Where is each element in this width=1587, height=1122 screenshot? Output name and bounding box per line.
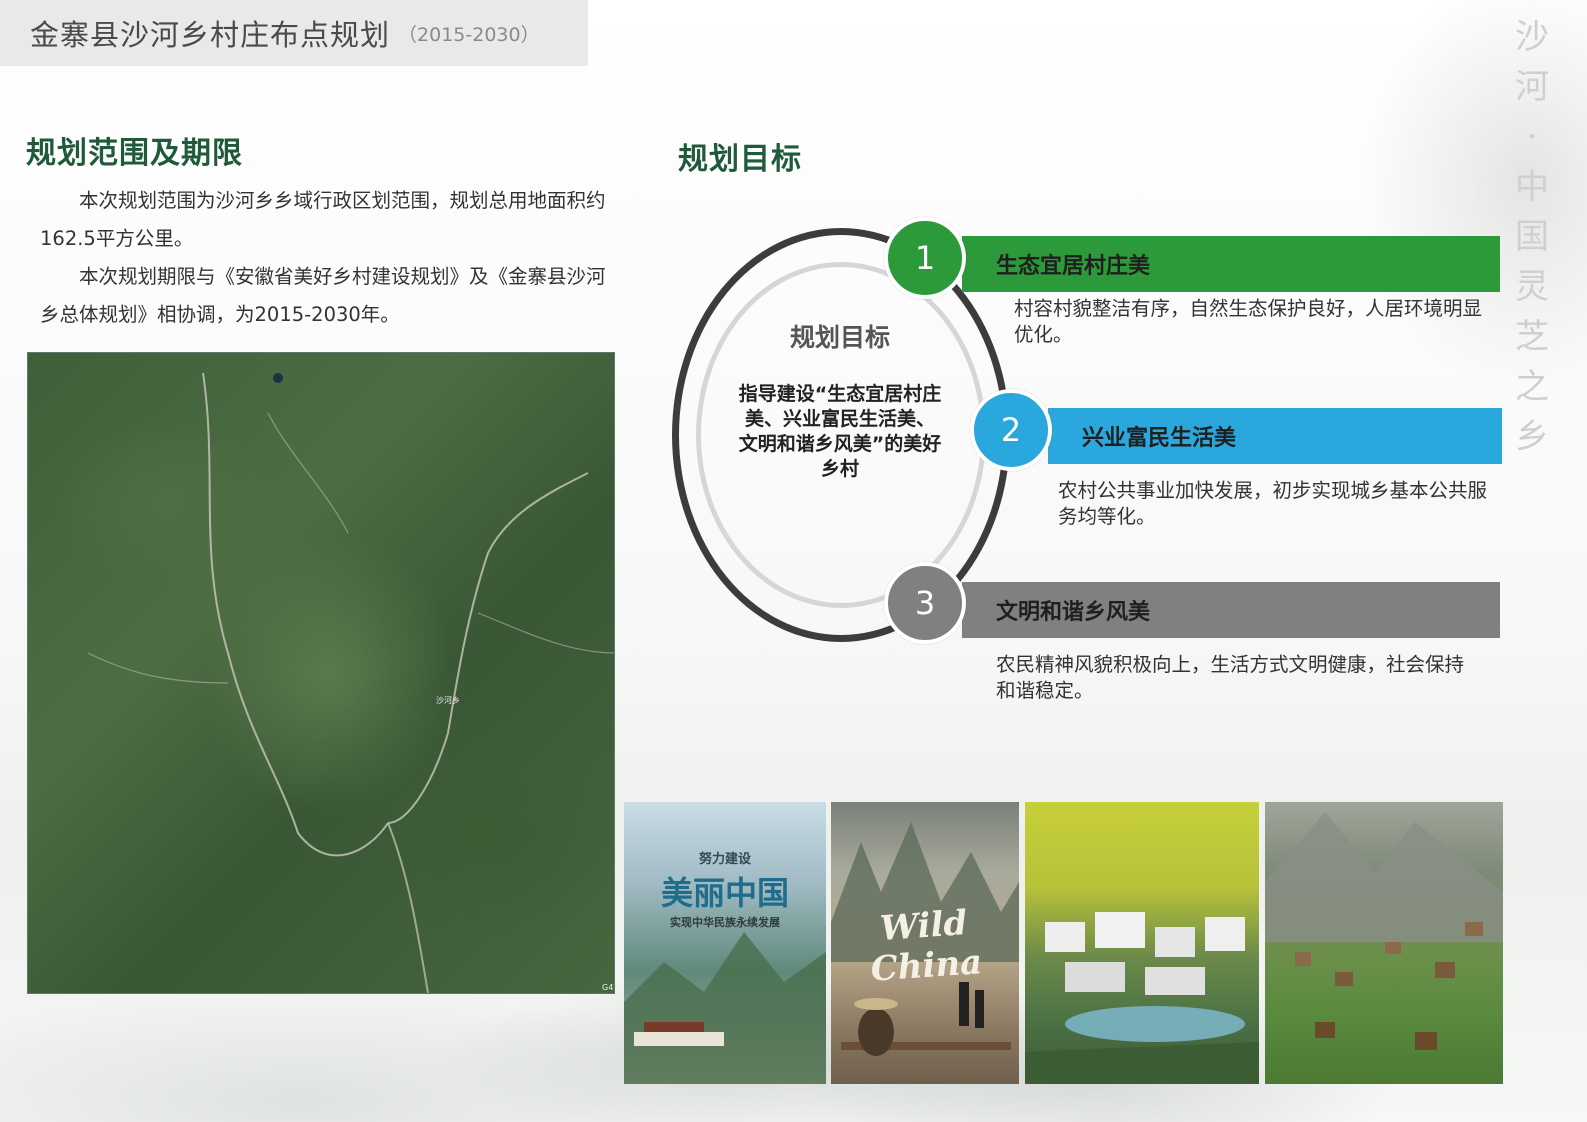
scope-heading: 规划范围及期限	[26, 136, 243, 171]
side-vertical-text: 沙河·中国灵芝之乡	[1515, 17, 1549, 457]
photo-mountain-village	[1265, 802, 1503, 1084]
scope-text: 本次规划范围为沙河乡乡域行政区划范围，规划总用地面积约162.5平方公里。 本次…	[40, 182, 610, 334]
goal-1-desc: 村容村貌整洁有序，自然生态保护良好，人居环境明显优化。	[1014, 297, 1483, 346]
page-years: （2015-2030）	[398, 23, 540, 46]
page-title: 金寨县沙河乡村庄布点规划	[30, 18, 391, 52]
goal-3-number: 3	[914, 584, 936, 622]
photo-4-scene	[1265, 812, 1503, 1050]
satellite-map: 沙河乡 G42	[27, 352, 615, 994]
poster-1-mountains	[624, 932, 826, 1084]
photo-village-rapeseed	[1025, 802, 1259, 1084]
goal-2-number: 2	[1000, 411, 1022, 449]
photo-wild-china-poster: Wild China	[831, 802, 1019, 1084]
map-roads	[87, 372, 614, 993]
goal-3-title: 文明和谐乡风美	[996, 600, 1151, 625]
goal-1-title: 生态宜居村庄美	[996, 254, 1151, 279]
goal-2-bar: 兴业富民生活美	[1048, 408, 1502, 464]
goal-3-bar: 文明和谐乡风美	[962, 582, 1500, 638]
goal-1-bar: 生态宜居村庄美	[962, 236, 1500, 292]
goal-1-number: 1	[914, 239, 936, 277]
scope-para-2: 本次规划期限与《安徽省美好乡村建设规划》及《金寨县沙河乡总体规划》相协调，为20…	[40, 265, 606, 326]
goal-3-desc: 农民精神风貌积极向上，生活方式文明健康，社会保持和谐稳定。	[996, 653, 1465, 702]
title-bar: 金寨县沙河乡村庄布点规划 （2015-2030）	[0, 0, 588, 66]
goals-center-title: 规划目标	[789, 323, 890, 352]
goals-center-text: 指导建设“生态宜居村庄美、兴业富民生活美、文明和谐乡风美”的美好乡村	[738, 383, 942, 480]
map-label-shahe: 沙河乡	[436, 696, 460, 705]
scope-para-1: 本次规划范围为沙河乡乡域行政区划范围，规划总用地面积约162.5平方公里。	[40, 189, 606, 250]
photo-3-scene	[1025, 912, 1259, 1084]
poster-2-main: Wild China	[869, 903, 984, 990]
map-label-g42: G42	[602, 983, 614, 992]
goal-2-circle: 2	[970, 389, 1052, 471]
goal-1-circle: 1	[884, 217, 966, 299]
photo-beautiful-china-poster: 努力建设 美丽中国 实现中华民族永续发展	[624, 802, 826, 1084]
goal-2-title: 兴业富民生活美	[1082, 426, 1237, 451]
goal-3-circle: 3	[884, 562, 966, 644]
goals-heading: 规划目标	[678, 142, 802, 177]
goal-2-desc: 农村公共事业加快发展，初步实现城乡基本公共服务均等化。	[1058, 479, 1488, 528]
